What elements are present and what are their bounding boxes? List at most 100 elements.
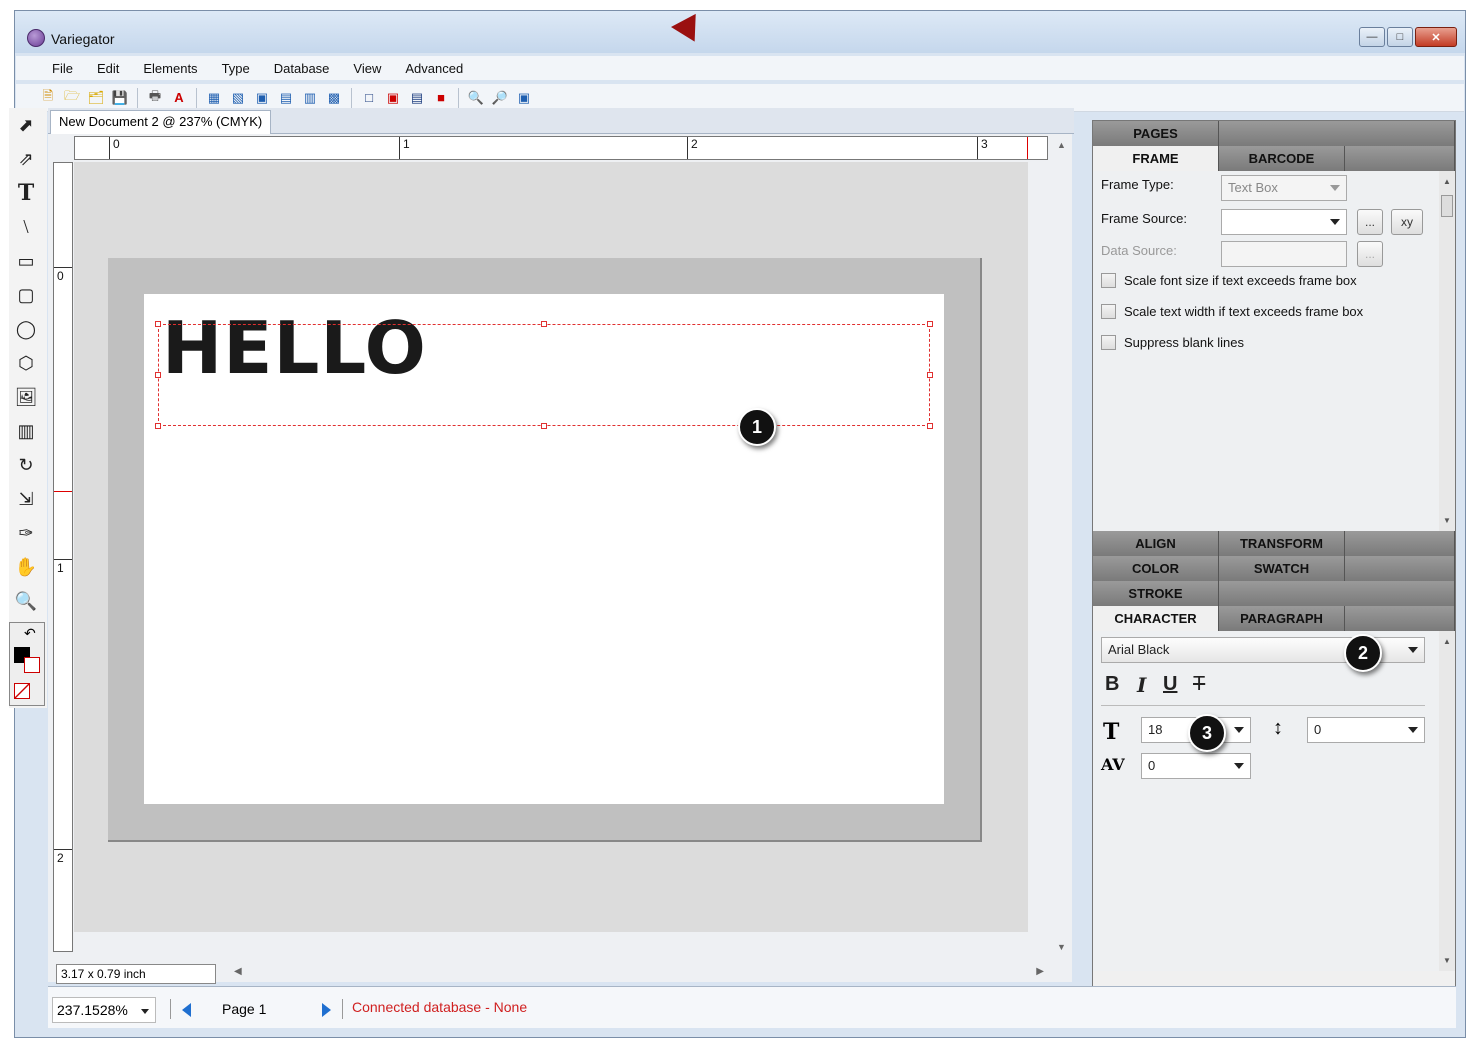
direct-select-icon[interactable]: ⇗: [9, 142, 43, 176]
restore-button[interactable]: □: [1387, 27, 1413, 47]
scale-width-option[interactable]: Scale text width if text exceeds frame b…: [1101, 304, 1363, 319]
leading-select[interactable]: 0: [1307, 717, 1425, 743]
tab-character[interactable]: CHARACTER: [1093, 606, 1219, 631]
scroll-down-icon[interactable]: ▼: [1443, 956, 1451, 965]
line-tool-icon[interactable]: ⧵: [9, 210, 43, 244]
resize-handle[interactable]: [927, 423, 933, 429]
resize-handle[interactable]: [927, 321, 933, 327]
scroll-right-icon[interactable]: ▶: [1036, 966, 1044, 977]
checkbox[interactable]: [1101, 304, 1116, 319]
tab-paragraph[interactable]: PARAGRAPH: [1219, 606, 1345, 631]
barcode-tool-icon[interactable]: ▥: [9, 414, 43, 448]
pdf-icon[interactable]: A: [169, 88, 189, 108]
design-canvas[interactable]: HELLO: [74, 162, 1028, 932]
tab-transform[interactable]: TRANSFORM: [1219, 531, 1345, 556]
frame-fill-icon[interactable]: ■: [431, 88, 451, 108]
menu-edit[interactable]: Edit: [85, 61, 131, 76]
frame-panel-scrollbar[interactable]: ▲ ▼: [1439, 171, 1455, 531]
previous-page-icon[interactable]: [182, 1003, 191, 1017]
stroke-color-swatch[interactable]: [24, 657, 40, 673]
tracking-select[interactable]: 0: [1141, 753, 1251, 779]
ellipse-tool-icon[interactable]: ◯: [9, 312, 43, 346]
swap-colors-icon[interactable]: ↶: [24, 625, 36, 642]
suppress-blank-option[interactable]: Suppress blank lines: [1101, 335, 1244, 350]
minimize-button[interactable]: —: [1359, 27, 1385, 47]
scroll-up-icon[interactable]: ▲: [1443, 637, 1451, 646]
resize-handle[interactable]: [155, 321, 161, 327]
scroll-down-icon[interactable]: ▼: [1443, 516, 1451, 525]
italic-button[interactable]: I: [1137, 673, 1146, 697]
tab-frame[interactable]: FRAME: [1093, 146, 1219, 171]
resize-handle[interactable]: [541, 423, 547, 429]
menu-database[interactable]: Database: [262, 61, 342, 76]
scroll-up-icon[interactable]: ▲: [1443, 177, 1451, 186]
data-source-browse-button[interactable]: ...: [1357, 241, 1383, 267]
scale-tool-icon[interactable]: ⇲: [9, 482, 43, 516]
image-tool-icon[interactable]: 🖼: [9, 380, 43, 414]
save-icon[interactable]: 💾: [110, 88, 130, 108]
zoom-tool-icon[interactable]: 🔍: [9, 584, 43, 618]
hand-tool-icon[interactable]: ✋: [9, 550, 43, 584]
checkbox[interactable]: [1101, 273, 1116, 288]
scale-font-option[interactable]: Scale font size if text exceeds frame bo…: [1101, 273, 1357, 288]
bring-front-icon[interactable]: ▣: [252, 88, 272, 108]
zoom-out-icon[interactable]: 🔎: [490, 88, 510, 108]
color-swatch-widget[interactable]: ↶: [9, 622, 45, 706]
distribute-icon[interactable]: ▧: [228, 88, 248, 108]
open-icon[interactable]: 🗁: [62, 88, 82, 108]
scroll-up-icon[interactable]: ▲: [1057, 140, 1066, 150]
eyedropper-tool-icon[interactable]: ✑: [9, 516, 43, 550]
zoom-select[interactable]: 237.1528%: [52, 997, 156, 1023]
close-button[interactable]: ✕: [1415, 27, 1457, 47]
new-icon[interactable]: 🗎: [38, 88, 58, 108]
tab-swatch[interactable]: SWATCH: [1219, 556, 1345, 581]
print-icon[interactable]: 🖶: [145, 88, 165, 108]
text-tool-icon[interactable]: T: [9, 176, 43, 210]
menu-elements[interactable]: Elements: [131, 61, 209, 76]
tab-align[interactable]: ALIGN: [1093, 531, 1219, 556]
rounded-rect-tool-icon[interactable]: ▢: [9, 278, 43, 312]
frame-icon[interactable]: □: [359, 88, 379, 108]
rotate-tool-icon[interactable]: ↻: [9, 448, 43, 482]
menu-advanced[interactable]: Advanced: [393, 61, 475, 76]
open-folder-icon[interactable]: 🗂: [86, 88, 106, 108]
menu-type[interactable]: Type: [210, 61, 262, 76]
checkbox[interactable]: [1101, 335, 1116, 350]
menu-view[interactable]: View: [341, 61, 393, 76]
underline-button[interactable]: U: [1163, 673, 1177, 696]
menu-file[interactable]: File: [40, 61, 85, 76]
bold-button[interactable]: B: [1105, 673, 1119, 696]
tab-barcode[interactable]: BARCODE: [1219, 146, 1345, 171]
character-panel-scrollbar[interactable]: ▲ ▼: [1439, 631, 1455, 971]
canvas-horizontal-scrollbar[interactable]: ◀ ▶: [230, 964, 1048, 982]
scrollbar-thumb[interactable]: [1441, 195, 1453, 217]
bring-forward-icon[interactable]: ▥: [300, 88, 320, 108]
polygon-tool-icon[interactable]: ⬡: [9, 346, 43, 380]
next-page-icon[interactable]: [322, 1003, 331, 1017]
scroll-left-icon[interactable]: ◀: [234, 966, 242, 977]
rectangle-tool-icon[interactable]: ▭: [9, 244, 43, 278]
zoom-fit-icon[interactable]: ▣: [514, 88, 534, 108]
select-arrow-icon[interactable]: ⬈: [9, 108, 43, 142]
resize-handle[interactable]: [155, 423, 161, 429]
send-back-icon[interactable]: ▤: [276, 88, 296, 108]
document-tab[interactable]: New Document 2 @ 237% (CMYK): [50, 110, 272, 134]
frame-top-icon[interactable]: ▤: [407, 88, 427, 108]
scroll-down-icon[interactable]: ▼: [1057, 942, 1066, 952]
strikethrough-button[interactable]: T: [1193, 673, 1205, 696]
tab-pages[interactable]: PAGES: [1093, 121, 1219, 146]
resize-handle[interactable]: [927, 372, 933, 378]
no-color-icon[interactable]: [14, 683, 30, 699]
xy-button[interactable]: xy: [1391, 209, 1423, 235]
frame-source-select[interactable]: [1221, 209, 1347, 235]
tab-stroke[interactable]: STROKE: [1093, 581, 1219, 606]
align-icon[interactable]: ▦: [204, 88, 224, 108]
send-backward-icon[interactable]: ▩: [324, 88, 344, 108]
frame-source-browse-button[interactable]: ...: [1357, 209, 1383, 235]
resize-handle[interactable]: [541, 321, 547, 327]
frame-type-select[interactable]: Text Box: [1221, 175, 1347, 201]
zoom-in-icon[interactable]: 🔍: [466, 88, 486, 108]
tab-color[interactable]: COLOR: [1093, 556, 1219, 581]
data-source-select[interactable]: [1221, 241, 1347, 267]
canvas-vertical-scrollbar[interactable]: ▲ ▼: [1052, 136, 1070, 956]
